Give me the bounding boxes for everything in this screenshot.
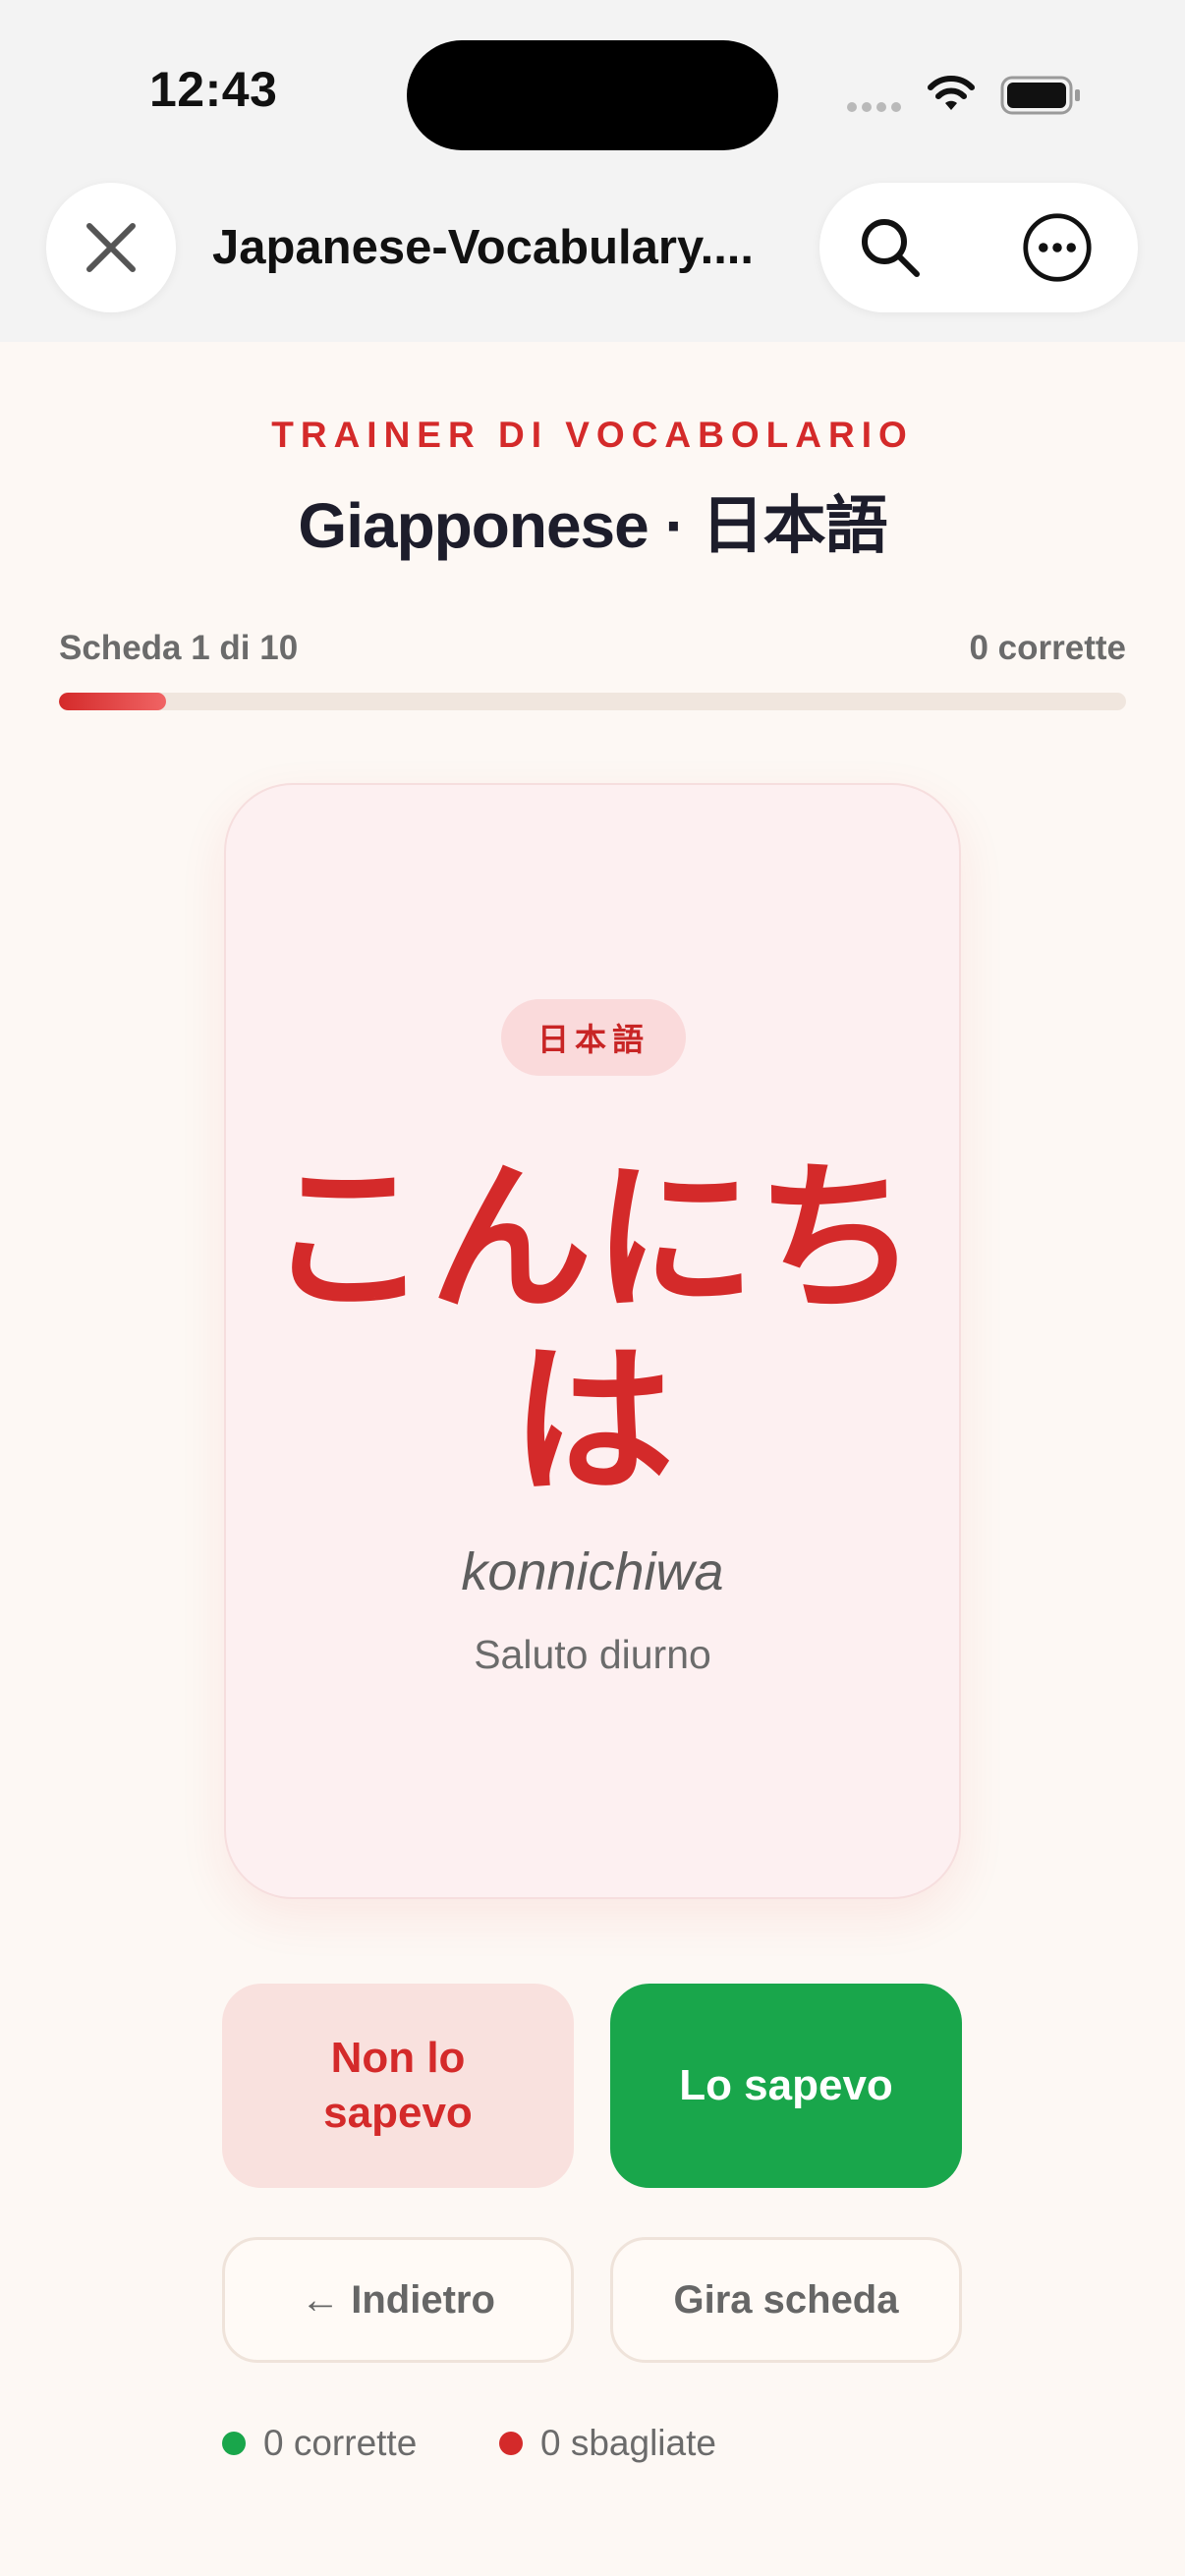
flip-card-label: Gira scheda — [673, 2277, 899, 2322]
more-icon — [1023, 213, 1092, 282]
status-time: 12:43 — [149, 62, 278, 117]
cellular-signal-icon — [847, 102, 901, 112]
dynamic-island — [407, 40, 778, 150]
score-wrong: 0 sbagliate — [499, 2423, 716, 2464]
eyebrow-label: TRAINER DI VOCABOLARIO — [271, 415, 914, 455]
card-romaji: konnichiwa — [461, 1542, 724, 1601]
knew-it-button[interactable]: Lo sapevo — [610, 1984, 962, 2188]
browser-chrome: 12:43 Japanese-Vocabulary.... — [0, 0, 1185, 342]
search-button[interactable] — [855, 212, 926, 283]
page-heading: Giapponese · 日本語 — [298, 490, 887, 561]
progress-fill — [59, 693, 166, 710]
back-label: ← Indietro — [301, 2277, 495, 2322]
flip-card-button[interactable]: Gira scheda — [610, 2237, 962, 2363]
didnt-know-label: Non lo sapevo — [323, 2034, 473, 2137]
browser-actions — [819, 183, 1138, 312]
more-button[interactable] — [1022, 212, 1093, 283]
score-correct-label: 0 corrette — [263, 2423, 418, 2463]
close-icon — [86, 223, 136, 272]
card-word: こんにちは — [226, 1148, 959, 1514]
score-correct: 0 corrette — [222, 2423, 417, 2464]
green-dot-icon — [222, 2432, 246, 2455]
flashcard[interactable]: 日本語 こんにちは konnichiwa Saluto diurno — [224, 783, 961, 1899]
close-button[interactable] — [46, 183, 176, 312]
back-button[interactable]: ← Indietro — [222, 2237, 574, 2363]
battery-icon — [1000, 76, 1080, 115]
page-title: Japanese-Vocabulary.... — [212, 221, 755, 274]
progress-bar — [59, 693, 1126, 710]
wifi-icon — [928, 76, 975, 110]
correct-counter: 0 corrette — [969, 629, 1126, 667]
card-meaning: Saluto diurno — [474, 1632, 711, 1677]
red-dot-icon — [499, 2432, 523, 2455]
card-counter: Scheda 1 di 10 — [59, 629, 299, 667]
search-icon — [862, 219, 920, 277]
knew-it-label: Lo sapevo — [679, 2061, 893, 2109]
didnt-know-button[interactable]: Non lo sapevo — [222, 1984, 574, 2188]
card-word-text: こんにちは — [266, 1148, 919, 1513]
language-badge: 日本語 — [501, 999, 686, 1076]
score-wrong-label: 0 sbagliate — [540, 2423, 716, 2463]
